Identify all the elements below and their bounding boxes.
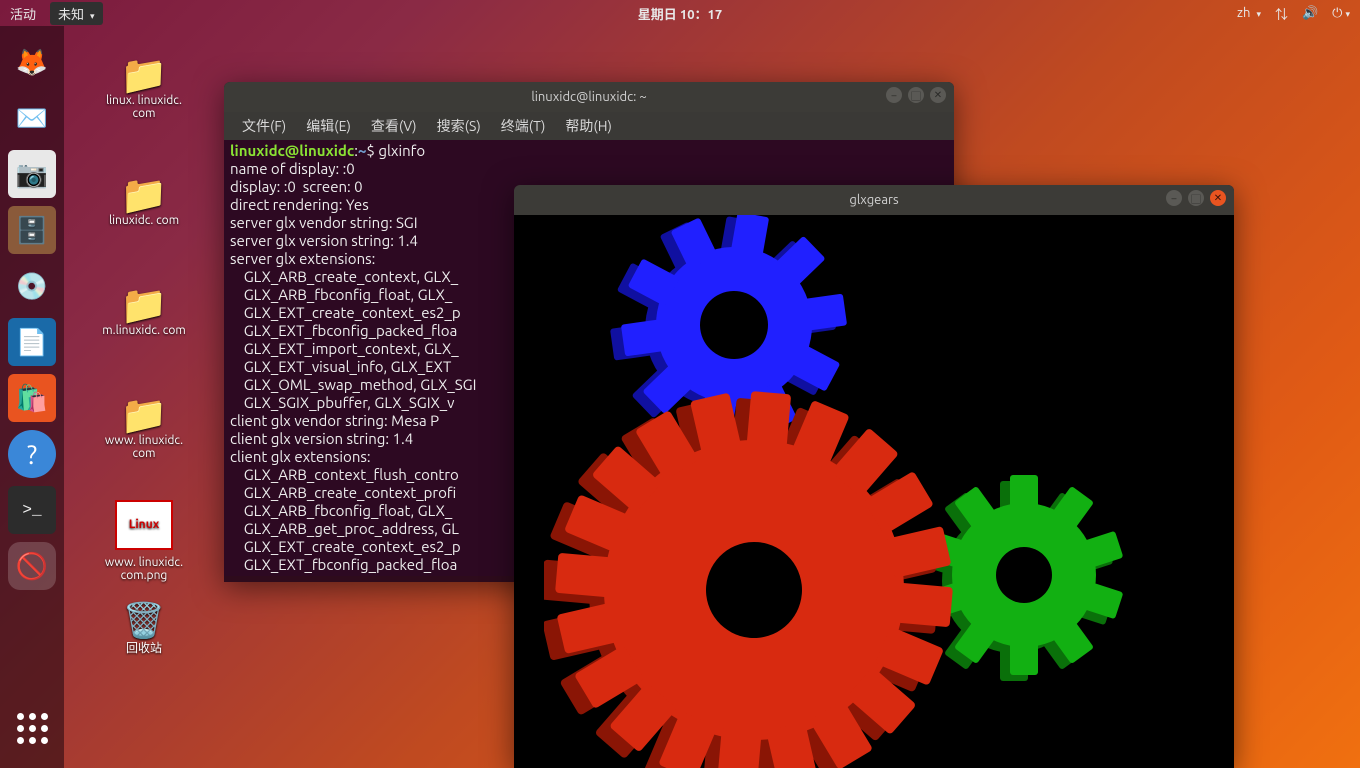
chevron-down-icon: ▾ bbox=[90, 11, 95, 21]
dock-terminal[interactable]: >_ bbox=[8, 486, 56, 534]
desktop[interactable]: 📁 linux. linuxidc. com 📁 linuxidc. com 📁… bbox=[64, 26, 1360, 768]
window-title: linuxidc@linuxidc: ~ bbox=[531, 90, 646, 104]
chevron-down-icon: ▾ bbox=[1256, 9, 1261, 19]
window-title: glxgears bbox=[849, 193, 898, 207]
desktop-trash[interactable]: 🗑️ 回收站 bbox=[99, 601, 189, 656]
dock-software[interactable]: 🛍️ bbox=[8, 374, 56, 422]
close-button[interactable]: ✕ bbox=[930, 87, 946, 103]
dock-camera[interactable]: 📷 bbox=[8, 150, 56, 198]
prompt-user: linuxidc@linuxidc bbox=[230, 142, 354, 159]
power-icon[interactable]: ⏻▾ bbox=[1332, 6, 1350, 21]
icon-label: linuxidc. com bbox=[99, 214, 189, 227]
volume-icon[interactable]: 🔊 bbox=[1302, 6, 1318, 21]
show-applications-button[interactable] bbox=[8, 704, 56, 752]
icon-label: linux. linuxidc. com bbox=[99, 94, 189, 120]
chevron-down-icon: ▾ bbox=[1345, 9, 1350, 19]
menu-edit[interactable]: 编辑(E) bbox=[298, 113, 359, 139]
folder-icon: 📁 bbox=[99, 286, 189, 324]
desktop-folder[interactable]: 📁 m.linuxidc. com bbox=[99, 286, 189, 337]
desktop-folder[interactable]: 📁 linux. linuxidc. com bbox=[99, 56, 189, 120]
menu-help[interactable]: 帮助(H) bbox=[557, 113, 620, 139]
clock[interactable]: 星期日 10：17 bbox=[638, 4, 722, 23]
input-method-label: zh bbox=[1237, 6, 1250, 20]
desktop-folder[interactable]: 📁 www. linuxidc. com bbox=[99, 396, 189, 460]
dock-thunderbird[interactable]: ✉️ bbox=[8, 94, 56, 142]
prompt-dollar: $ bbox=[366, 142, 378, 159]
dock: 🦊 ✉️ 📷 🗄️ 💿 📄 🛍️ ? >_ 🚫 bbox=[0, 26, 64, 768]
activities-button[interactable]: 活动 bbox=[10, 4, 36, 23]
output-text: name of display: :0 display: :0 screen: … bbox=[230, 160, 476, 573]
icon-label: m.linuxidc. com bbox=[99, 324, 189, 337]
command-text: glxinfo bbox=[378, 142, 425, 159]
desktop-folder[interactable]: 📁 linuxidc. com bbox=[99, 176, 189, 227]
glxgears-window[interactable]: glxgears – ▢ ✕ bbox=[514, 185, 1234, 768]
icon-label: www. linuxidc. com.png bbox=[99, 556, 189, 582]
desktop-image[interactable]: Linux www. linuxidc. com.png bbox=[99, 496, 189, 582]
top-bar: 活动 未知 ▾ 星期日 10：17 zh ▾ ⇅ 🔊 ⏻▾ bbox=[0, 0, 1360, 26]
dock-rhythmbox[interactable]: 💿 bbox=[8, 262, 56, 310]
app-menu[interactable]: 未知 ▾ bbox=[50, 2, 103, 25]
icon-label: www. linuxidc. com bbox=[99, 434, 189, 460]
menu-search[interactable]: 搜索(S) bbox=[429, 113, 489, 139]
folder-icon: 📁 bbox=[99, 396, 189, 434]
terminal-menubar: 文件(F) 编辑(E) 查看(V) 搜索(S) 终端(T) 帮助(H) bbox=[224, 112, 954, 140]
dock-writer[interactable]: 📄 bbox=[8, 318, 56, 366]
dock-screenshot[interactable]: 🚫 bbox=[8, 542, 56, 590]
folder-icon: 📁 bbox=[99, 56, 189, 94]
close-button[interactable]: ✕ bbox=[1210, 190, 1226, 206]
maximize-button[interactable]: ▢ bbox=[908, 87, 924, 103]
minimize-button[interactable]: – bbox=[1166, 190, 1182, 206]
image-icon: Linux bbox=[115, 500, 173, 550]
icon-label: 回收站 bbox=[99, 639, 189, 656]
glxgears-canvas bbox=[514, 215, 1234, 768]
dock-files[interactable]: 🗄️ bbox=[8, 206, 56, 254]
trash-icon: 🗑️ bbox=[99, 601, 189, 639]
input-method-indicator[interactable]: zh ▾ bbox=[1237, 6, 1261, 20]
terminal-titlebar[interactable]: linuxidc@linuxidc: ~ – ▢ ✕ bbox=[224, 82, 954, 112]
dock-firefox[interactable]: 🦊 bbox=[8, 38, 56, 86]
network-icon[interactable]: ⇅ bbox=[1275, 4, 1288, 23]
red-gear-icon bbox=[544, 380, 964, 768]
folder-icon: 📁 bbox=[99, 176, 189, 214]
glxgears-titlebar[interactable]: glxgears – ▢ ✕ bbox=[514, 185, 1234, 215]
maximize-button[interactable]: ▢ bbox=[1188, 190, 1204, 206]
app-menu-label: 未知 bbox=[58, 8, 84, 22]
menu-file[interactable]: 文件(F) bbox=[234, 113, 294, 139]
minimize-button[interactable]: – bbox=[886, 87, 902, 103]
dock-help[interactable]: ? bbox=[8, 430, 56, 478]
menu-view[interactable]: 查看(V) bbox=[363, 113, 425, 139]
apps-grid-icon bbox=[17, 713, 48, 744]
menu-terminal[interactable]: 终端(T) bbox=[493, 113, 554, 139]
